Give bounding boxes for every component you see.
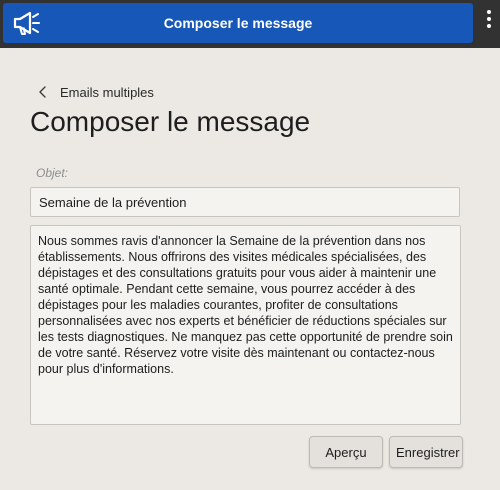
page-title: Composer le message bbox=[30, 106, 311, 137]
top-bar: Composer le message bbox=[0, 0, 500, 48]
save-button[interactable]: Enregistrer bbox=[389, 436, 463, 468]
chevron-left-icon bbox=[39, 86, 46, 98]
preview-button[interactable]: Aperçu bbox=[309, 436, 383, 468]
header-banner: Composer le message bbox=[3, 3, 473, 43]
message-body-textarea[interactable]: Nous sommes ravis d'annoncer la Semaine … bbox=[30, 225, 461, 425]
subject-input[interactable] bbox=[30, 187, 460, 217]
main-content: Emails multiples Composer le message Obj… bbox=[0, 48, 500, 490]
subject-label: Objet: bbox=[36, 166, 69, 180]
more-vertical-icon[interactable] bbox=[482, 10, 496, 38]
back-link-label: Emails multiples bbox=[60, 84, 154, 100]
back-link[interactable]: Emails multiples bbox=[38, 82, 154, 102]
header-title: Composer le message bbox=[163, 15, 313, 31]
